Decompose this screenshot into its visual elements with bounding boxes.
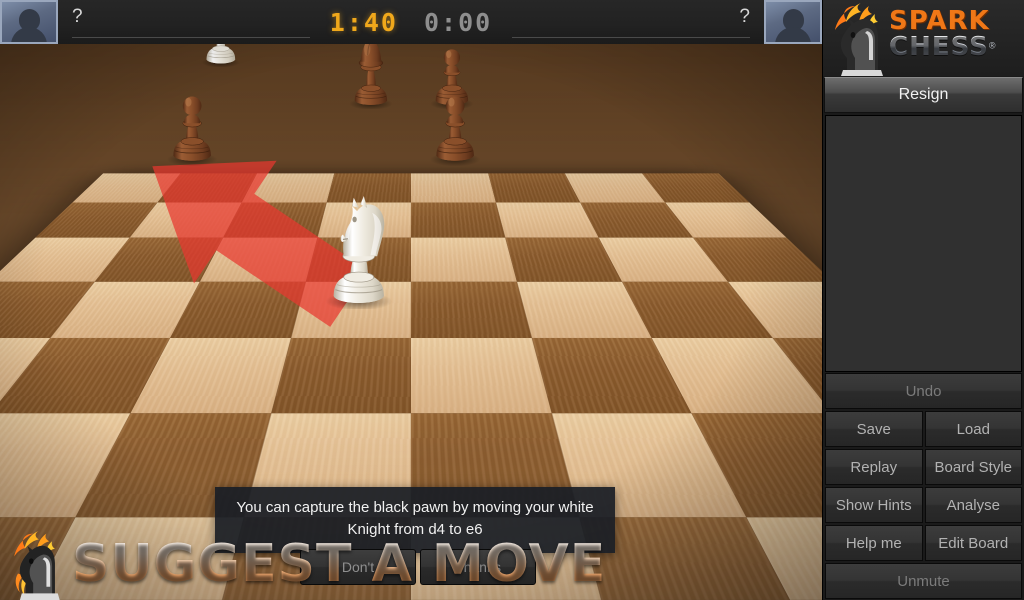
white-player-name-area: ? xyxy=(58,0,324,44)
help-me-button[interactable]: Help me xyxy=(825,525,923,561)
logo-spark-text: SPARK xyxy=(889,6,990,36)
board-square[interactable] xyxy=(290,281,411,338)
clock-white: 1:40 xyxy=(329,7,398,37)
hints-analyse-row: Show Hints Analyse xyxy=(823,486,1024,524)
logo-wordmark: SPARK CHESS® xyxy=(889,8,996,61)
white-player-name: ? xyxy=(72,6,83,27)
board-square[interactable] xyxy=(317,202,411,238)
analyse-button[interactable]: Analyse xyxy=(924,487,1022,523)
avatar-body-icon xyxy=(775,27,811,42)
board-square[interactable] xyxy=(411,202,505,238)
board-square[interactable] xyxy=(326,173,411,203)
resign-button[interactable]: Resign xyxy=(824,77,1023,113)
hint-message-box: You can capture the black pawn by moving… xyxy=(215,487,615,553)
board-square[interactable] xyxy=(411,338,552,413)
load-button[interactable]: Load xyxy=(924,411,1022,447)
replay-button[interactable]: Replay xyxy=(825,449,923,485)
hint-accept-button[interactable]: Thanks xyxy=(420,549,536,585)
board-square[interactable] xyxy=(692,237,822,282)
board-square[interactable] xyxy=(411,281,532,338)
black-player-bar xyxy=(512,37,750,38)
board-square[interactable] xyxy=(411,237,517,282)
board-square[interactable] xyxy=(270,338,411,413)
help-edit-row: Help me Edit Board xyxy=(823,524,1024,562)
avatar-black-player[interactable] xyxy=(764,0,822,44)
board-square[interactable] xyxy=(305,237,411,282)
save-button[interactable]: Save xyxy=(825,411,923,447)
save-load-row: Save Load xyxy=(823,410,1024,448)
board-square[interactable] xyxy=(241,173,335,203)
sparkchess-logo: SPARK CHESS® xyxy=(823,0,1024,76)
control-panel: SPARK CHESS® Resign Undo Save Load Repla… xyxy=(822,0,1024,600)
undo-row: Undo xyxy=(823,372,1024,410)
replay-style-row: Replay Board Style xyxy=(823,448,1024,486)
logo-chess-text: CHESS xyxy=(889,32,989,62)
registered-mark: ® xyxy=(988,40,996,51)
undo-button[interactable]: Undo xyxy=(825,373,1022,409)
board-style-button[interactable]: Board Style xyxy=(924,449,1022,485)
board-square[interactable] xyxy=(223,202,327,238)
edit-board-button[interactable]: Edit Board xyxy=(924,525,1022,561)
show-hints-button[interactable]: Show Hints xyxy=(825,487,923,523)
game-clocks: 1:40 0:00 xyxy=(324,0,498,44)
white-player-bar xyxy=(72,37,310,38)
players-hud: ? 1:40 0:00 ? xyxy=(0,0,822,44)
knight-flame-logo-icon xyxy=(835,3,883,76)
sparkchess-app: ? 1:40 0:00 ? SPARK CHESS® Resign Undo S… xyxy=(0,0,1024,600)
black-player-name-area: ? xyxy=(498,0,764,44)
clock-black: 0:00 xyxy=(424,7,493,37)
unmute-button[interactable]: Unmute xyxy=(825,563,1022,599)
move-list-panel[interactable] xyxy=(825,115,1022,372)
hint-dismiss-button[interactable]: Don't xyxy=(300,549,416,585)
unmute-row: Unmute xyxy=(823,562,1024,600)
board-square[interactable] xyxy=(0,237,130,282)
board-square[interactable] xyxy=(411,173,496,203)
avatar-white-player[interactable] xyxy=(0,0,58,44)
hint-dialog-buttons: Don't Thanks xyxy=(300,549,536,585)
black-player-name: ? xyxy=(739,6,750,27)
avatar-body-icon xyxy=(11,27,47,42)
